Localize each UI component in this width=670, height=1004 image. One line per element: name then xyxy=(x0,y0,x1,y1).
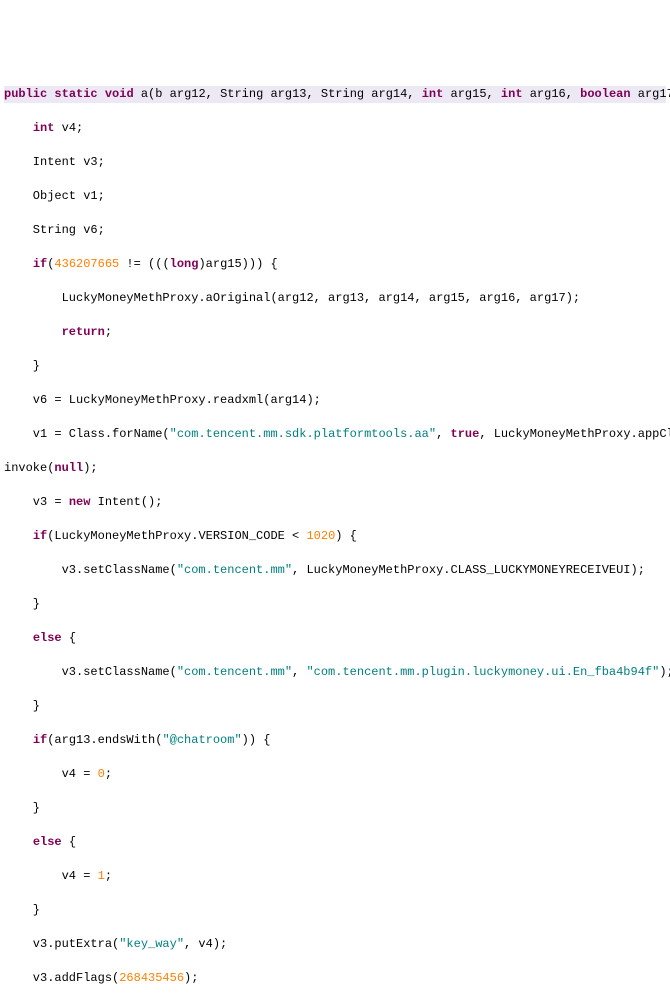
keyword: boolean xyxy=(580,87,630,101)
code-line: v1 = Class.forName("com.tencent.mm.sdk.p… xyxy=(4,426,666,443)
code-line: String v6; xyxy=(4,222,666,239)
keyword: int xyxy=(33,121,55,135)
code-text: ) { xyxy=(335,529,357,543)
code-text: , LuckyMoneyMethProxy.appClas xyxy=(479,427,670,441)
code-text: , xyxy=(292,665,306,679)
code-line: invoke(null); xyxy=(4,460,666,477)
code-text: , xyxy=(436,427,450,441)
keyword: if xyxy=(33,529,47,543)
keyword: long xyxy=(170,257,199,271)
code-text: ; xyxy=(105,325,112,339)
code-line: v3.addFlags(268435456); xyxy=(4,970,666,987)
code-line: else { xyxy=(4,834,666,851)
code-text: invoke( xyxy=(4,461,54,475)
number-literal: 0 xyxy=(98,767,105,781)
code-line: v3 = new Intent(); xyxy=(4,494,666,511)
code-text: Intent(); xyxy=(90,495,162,509)
string-literal: "com.tencent.mm.plugin.luckymoney.ui.En_… xyxy=(306,665,659,679)
code-text: (arg13.endsWith( xyxy=(47,733,162,747)
keyword: void xyxy=(105,87,134,101)
code-line: int v4; xyxy=(4,120,666,137)
code-text: ); xyxy=(184,971,198,985)
code-text: arg16, xyxy=(523,87,581,101)
code-text: ); xyxy=(83,461,97,475)
code-line: public static void a(b arg12, String arg… xyxy=(4,86,666,103)
code-block: public static void a(b arg12, String arg… xyxy=(0,68,670,1004)
code-text: )arg15))) { xyxy=(198,257,277,271)
code-line: if(436207665 != (((long)arg15))) { xyxy=(4,256,666,273)
keyword: true xyxy=(451,427,480,441)
code-text: )) { xyxy=(242,733,271,747)
keyword: else xyxy=(33,835,62,849)
code-text: v1 = Class.forName( xyxy=(4,427,170,441)
string-literal: "com.tencent.mm" xyxy=(177,665,292,679)
string-literal: "key_way" xyxy=(119,937,184,951)
code-text: , v4); xyxy=(184,937,227,951)
code-line: } xyxy=(4,596,666,613)
code-text: ; xyxy=(105,869,112,883)
code-text: , LuckyMoneyMethProxy.CLASS_LUCKYMONEYRE… xyxy=(292,563,645,577)
code-text: v3.setClassName( xyxy=(4,563,177,577)
code-text: v3.putExtra( xyxy=(4,937,119,951)
code-line: v4 = 0; xyxy=(4,766,666,783)
code-line: v3.putExtra("key_way", v4); xyxy=(4,936,666,953)
code-text: v4 = xyxy=(4,767,98,781)
code-line: } xyxy=(4,902,666,919)
keyword: null xyxy=(54,461,83,475)
code-text: arg17) xyxy=(631,87,670,101)
code-line: } xyxy=(4,698,666,715)
code-text: { xyxy=(62,835,76,849)
code-text: ; xyxy=(105,767,112,781)
keyword: int xyxy=(422,87,444,101)
code-line: return; xyxy=(4,324,666,341)
code-text: (LuckyMoneyMethProxy.VERSION_CODE < xyxy=(47,529,306,543)
keyword: new xyxy=(69,495,91,509)
keyword: int xyxy=(501,87,523,101)
code-text: ); xyxy=(659,665,670,679)
code-text: v3.setClassName( xyxy=(4,665,177,679)
number-literal: 1 xyxy=(98,869,105,883)
code-line: v3.setClassName("com.tencent.mm", LuckyM… xyxy=(4,562,666,579)
code-line: v3.setClassName("com.tencent.mm", "com.t… xyxy=(4,664,666,681)
number-literal: 436207665 xyxy=(54,257,119,271)
code-line: v4 = 1; xyxy=(4,868,666,885)
keyword: else xyxy=(33,631,62,645)
string-literal: "com.tencent.mm" xyxy=(177,563,292,577)
code-line: } xyxy=(4,800,666,817)
code-text: v4; xyxy=(54,121,83,135)
number-literal: 268435456 xyxy=(119,971,184,985)
code-line: Intent v3; xyxy=(4,154,666,171)
string-literal: "com.tencent.mm.sdk.platformtools.aa" xyxy=(170,427,436,441)
keyword: return xyxy=(62,325,105,339)
code-line: } xyxy=(4,358,666,375)
keyword: public xyxy=(4,87,47,101)
keyword: if xyxy=(33,257,47,271)
string-literal: "@chatroom" xyxy=(162,733,241,747)
code-line: if(LuckyMoneyMethProxy.VERSION_CODE < 10… xyxy=(4,528,666,545)
code-line: v6 = LuckyMoneyMethProxy.readxml(arg14); xyxy=(4,392,666,409)
code-line: LuckyMoneyMethProxy.aOriginal(arg12, arg… xyxy=(4,290,666,307)
keyword: if xyxy=(33,733,47,747)
code-text: v4 = xyxy=(4,869,98,883)
code-line: else { xyxy=(4,630,666,647)
code-text: v3.addFlags( xyxy=(4,971,119,985)
code-text: { xyxy=(62,631,76,645)
code-text: arg15, xyxy=(443,87,501,101)
code-line: if(arg13.endsWith("@chatroom")) { xyxy=(4,732,666,749)
number-literal: 1020 xyxy=(306,529,335,543)
keyword: static xyxy=(54,87,97,101)
code-line: Object v1; xyxy=(4,188,666,205)
code-text: v3 = xyxy=(4,495,69,509)
code-text: != ((( xyxy=(119,257,169,271)
code-text: a(b arg12, String arg13, String arg14, xyxy=(134,87,422,101)
